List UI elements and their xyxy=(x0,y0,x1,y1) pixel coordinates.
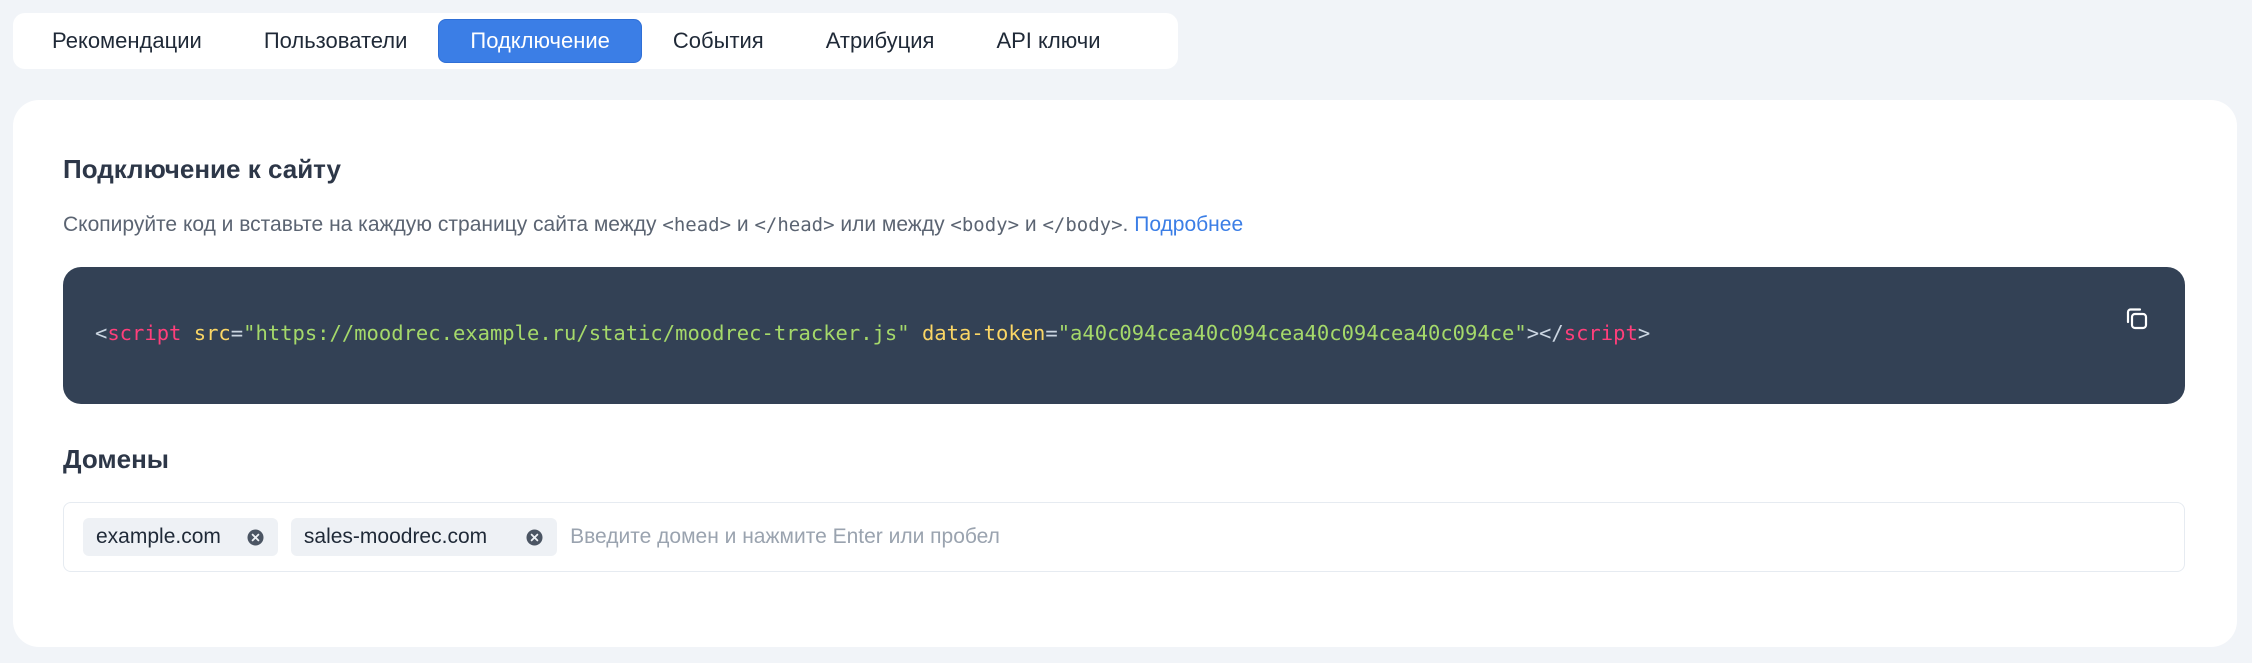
code-punct: > xyxy=(1637,321,1651,345)
close-circle-icon xyxy=(247,529,264,545)
code-punct: = xyxy=(230,321,244,345)
section-title-domains: Домены xyxy=(63,444,169,474)
copy-code-button[interactable] xyxy=(2123,305,2151,333)
domain-chip-label: sales-moodrec.com xyxy=(303,525,488,548)
learn-more-link[interactable]: Подробнее xyxy=(1134,213,1243,236)
embed-code-line: <script src="https://moodrec.example.ru/… xyxy=(95,321,1650,345)
tab-bar: Рекомендации Пользователи Подключение Со… xyxy=(13,13,1178,69)
tab-api-keys[interactable]: API ключи xyxy=(965,19,1131,63)
domain-chip: example.com xyxy=(83,518,278,556)
domain-chip: sales-moodrec.com xyxy=(290,518,558,556)
code-punct: ></ xyxy=(1526,321,1564,345)
domains-tag-input[interactable]: example.com sales-moodrec.com xyxy=(63,502,2185,572)
code-tag-name: script xyxy=(107,321,182,345)
description-text: или между xyxy=(834,213,951,236)
code-attr-src: src xyxy=(193,321,231,345)
tab-recommendations[interactable]: Рекомендации xyxy=(21,19,233,63)
connection-card: Подключение к сайту Скопируйте код и вст… xyxy=(13,100,2237,647)
body-close-tag: </body> xyxy=(1042,214,1123,236)
code-tag-name: script xyxy=(1563,321,1638,345)
code-token-value: "a40c094cea40c094cea40c094cea40c094ce" xyxy=(1057,321,1527,345)
connection-description: Скопируйте код и вставьте на каждую стра… xyxy=(63,213,1243,237)
head-close-tag: </head> xyxy=(754,214,835,236)
tab-attribution[interactable]: Атрибуция xyxy=(795,19,966,63)
tab-connection[interactable]: Подключение xyxy=(438,19,642,63)
remove-domain-button[interactable] xyxy=(526,529,543,546)
description-text: и xyxy=(1019,213,1043,236)
tab-events[interactable]: События xyxy=(642,19,795,63)
body-open-tag: <body> xyxy=(950,214,1020,236)
embed-code-block: <script src="https://moodrec.example.ru/… xyxy=(63,267,2185,404)
domain-chip-label: example.com xyxy=(96,525,221,548)
copy-icon xyxy=(2126,308,2148,330)
description-text: и xyxy=(731,213,755,236)
domain-input[interactable] xyxy=(570,525,1171,549)
tab-users[interactable]: Пользователи xyxy=(233,19,439,63)
close-circle-icon xyxy=(526,529,543,545)
code-attr-token: data-token xyxy=(921,321,1046,345)
description-text: . xyxy=(1122,213,1135,236)
section-title-site-connection: Подключение к сайту xyxy=(63,154,342,184)
code-punct: < xyxy=(95,321,108,345)
head-open-tag: <head> xyxy=(662,214,732,236)
code-punct: = xyxy=(1045,321,1058,345)
code-src-value: "https://moodrec.example.ru/static/moodr… xyxy=(243,321,910,345)
description-text: Скопируйте код и вставьте на каждую стра… xyxy=(63,213,663,236)
remove-domain-button[interactable] xyxy=(247,529,264,546)
